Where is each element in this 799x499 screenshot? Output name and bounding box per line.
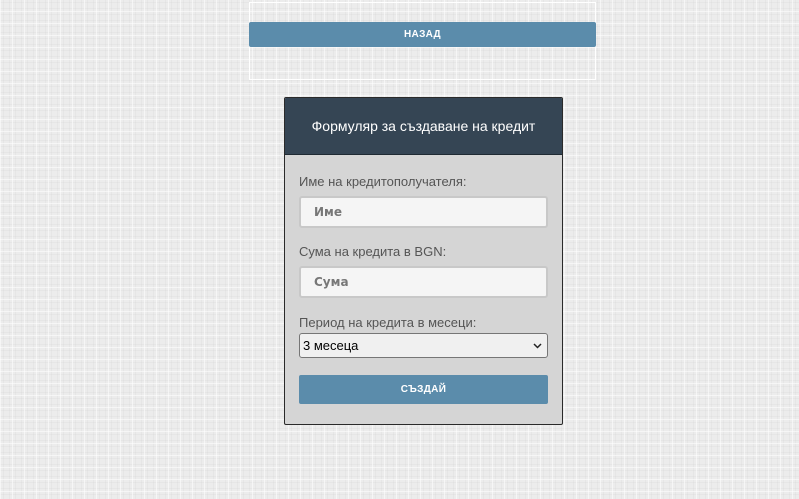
period-select-value: 3 месеца — [303, 338, 359, 353]
form-title: Формуляр за създаване на кредит — [285, 98, 562, 155]
top-panel: НАЗАД — [249, 2, 596, 80]
name-input[interactable] — [299, 196, 548, 228]
credit-form-card: Формуляр за създаване на кредит Име на к… — [284, 97, 563, 425]
back-button[interactable]: НАЗАД — [249, 22, 596, 47]
create-button[interactable]: СЪЗДАЙ — [299, 375, 548, 404]
period-label: Период на кредита в месеци: — [299, 315, 477, 330]
chevron-down-icon — [533, 334, 542, 366]
amount-input[interactable] — [299, 266, 548, 298]
amount-label: Сума на кредита в BGN: — [299, 244, 447, 259]
name-label: Име на кредитополучателя: — [299, 174, 467, 189]
period-select[interactable]: 3 месеца — [299, 333, 548, 358]
